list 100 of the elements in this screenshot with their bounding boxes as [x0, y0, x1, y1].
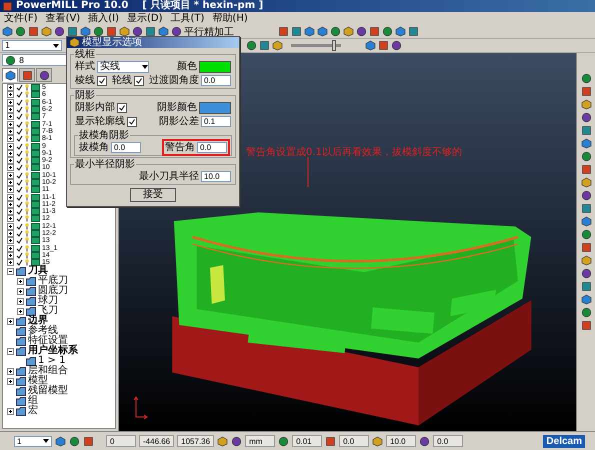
tree-item[interactable]: 参考线	[28, 326, 58, 336]
circle-icon[interactable]	[15, 26, 26, 37]
check-icon[interactable]	[16, 135, 23, 142]
expand-icon[interactable]	[7, 237, 14, 244]
expand-icon[interactable]	[7, 106, 14, 114]
tolerance-field[interactable]: 10.0	[386, 435, 416, 447]
check-icon[interactable]	[16, 259, 23, 266]
tree-item[interactable]: 球刀	[38, 296, 58, 306]
circle-icon[interactable]	[580, 73, 592, 84]
square-icon[interactable]	[580, 320, 592, 331]
check-icon[interactable]	[16, 142, 23, 150]
cube-icon[interactable]	[580, 177, 592, 188]
expand-icon[interactable]	[7, 200, 14, 208]
color-swatch[interactable]	[199, 61, 231, 73]
circle-icon[interactable]	[246, 40, 257, 51]
expand-icon[interactable]	[7, 244, 14, 252]
circle-icon[interactable]	[580, 190, 592, 201]
cube-icon[interactable]	[372, 436, 384, 446]
expand-icon[interactable]	[7, 194, 14, 201]
expand-icon[interactable]	[7, 135, 14, 142]
expand-icon[interactable]	[7, 222, 14, 230]
circle-icon[interactable]	[382, 26, 393, 37]
menu-item[interactable]: 帮助(H)	[212, 12, 248, 25]
cube-icon[interactable]	[580, 99, 592, 110]
circle-icon[interactable]	[356, 26, 367, 37]
expand-icon[interactable]	[7, 378, 14, 385]
cube-icon[interactable]	[55, 436, 66, 446]
expand-icon[interactable]	[7, 230, 14, 238]
tolerance-field[interactable]: 0.0	[339, 435, 370, 447]
check-icon[interactable]	[16, 120, 23, 128]
check-icon[interactable]	[16, 98, 23, 106]
input-field[interactable]: 0.0	[201, 75, 231, 86]
circle-icon[interactable]	[69, 436, 80, 446]
circle-icon[interactable]	[419, 436, 430, 446]
cube-icon[interactable]	[217, 436, 228, 446]
expand-icon[interactable]	[17, 288, 24, 295]
circle-icon[interactable]	[580, 112, 592, 123]
square-icon[interactable]	[369, 26, 380, 37]
square-icon[interactable]	[67, 26, 78, 37]
check-icon[interactable]	[16, 150, 23, 157]
checkbox[interactable]	[97, 76, 107, 86]
explorer-tab[interactable]	[36, 68, 52, 82]
square-icon[interactable]	[106, 26, 117, 37]
check-icon[interactable]	[16, 157, 23, 164]
input-field[interactable]: 0.0	[111, 142, 141, 153]
menu-item[interactable]: 工具(T)	[170, 12, 204, 25]
circle-icon[interactable]	[580, 229, 592, 240]
tree-item[interactable]: 刀具	[28, 266, 48, 276]
check-icon[interactable]	[16, 172, 23, 179]
check-icon[interactable]	[16, 164, 23, 172]
circle-icon[interactable]	[580, 307, 592, 318]
tolerance-field[interactable]: 0.0	[433, 435, 464, 447]
square-icon[interactable]	[28, 26, 39, 37]
expand-icon[interactable]	[7, 113, 14, 120]
check-icon[interactable]	[16, 215, 23, 222]
check-icon[interactable]	[16, 230, 23, 238]
check-icon[interactable]	[16, 194, 23, 201]
cube-icon[interactable]	[304, 26, 315, 37]
strategy-button[interactable]: 平行精加工	[171, 24, 234, 38]
check-icon[interactable]	[16, 128, 23, 135]
expand-icon[interactable]	[7, 186, 14, 194]
expand-icon[interactable]	[7, 164, 14, 172]
expand-icon[interactable]	[7, 157, 14, 164]
cube-icon[interactable]	[41, 26, 52, 37]
expand-icon[interactable]	[7, 215, 14, 222]
tolerance-field[interactable]: 0.01	[292, 435, 322, 447]
circle-icon[interactable]	[231, 436, 242, 446]
circle-icon[interactable]	[580, 268, 592, 279]
circle-icon[interactable]	[5, 54, 16, 66]
color-swatch[interactable]	[199, 102, 231, 114]
square-icon[interactable]	[378, 40, 389, 51]
cube-icon[interactable]	[580, 255, 592, 266]
tree-item[interactable]: 用户坐标系	[28, 346, 78, 356]
square-icon[interactable]	[278, 26, 289, 37]
expand-icon[interactable]	[7, 259, 14, 266]
expand-icon[interactable]	[7, 142, 14, 150]
input-field[interactable]: 0.1	[201, 116, 231, 127]
square-icon[interactable]	[259, 40, 270, 51]
expand-icon[interactable]	[7, 98, 14, 106]
check-icon[interactable]	[16, 91, 23, 98]
explorer-tab[interactable]	[2, 68, 18, 82]
accept-button[interactable]: 接受	[130, 188, 176, 202]
square-icon[interactable]	[83, 436, 94, 446]
check-icon[interactable]	[16, 252, 23, 259]
cube-icon[interactable]	[272, 40, 283, 51]
app-icon[interactable]	[2, 0, 13, 12]
expand-icon[interactable]	[7, 179, 14, 186]
expand-icon[interactable]	[7, 368, 14, 375]
menu-item[interactable]: 显示(D)	[126, 12, 162, 25]
cube-icon[interactable]	[395, 26, 406, 37]
input-field[interactable]: 10.0	[201, 171, 231, 182]
cube-icon[interactable]	[580, 138, 592, 149]
expand-icon[interactable]	[17, 298, 24, 305]
style-dropdown[interactable]: 实线	[97, 61, 149, 73]
check-icon[interactable]	[16, 186, 23, 194]
expand-icon[interactable]	[7, 128, 14, 135]
caret-icon[interactable]	[43, 439, 49, 443]
explorer-tab[interactable]	[19, 68, 35, 82]
expand-icon[interactable]	[7, 408, 14, 415]
circle-icon[interactable]	[54, 26, 65, 37]
